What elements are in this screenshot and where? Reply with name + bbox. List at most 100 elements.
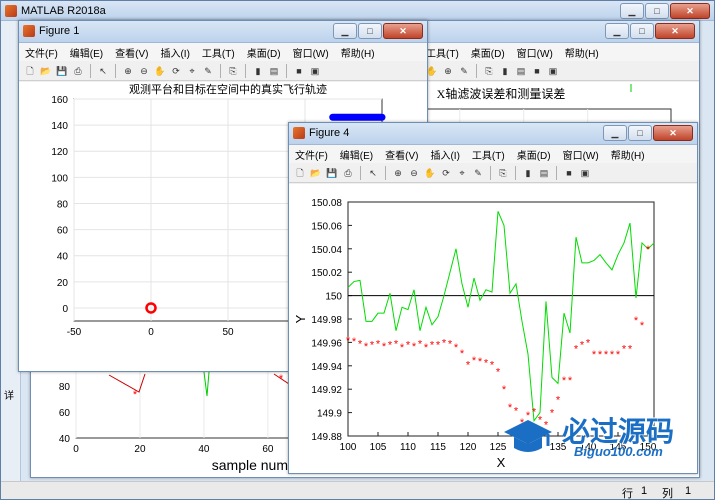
left-panel-tab[interactable]: 详 <box>4 387 14 402</box>
fig4-menu-insert[interactable]: 插入(I) <box>430 147 459 162</box>
fig4-legend-icon[interactable]: ▤ <box>537 166 551 180</box>
fig1-maximize-button[interactable]: □ <box>358 23 382 39</box>
bg-hide-icon[interactable]: ■ <box>530 64 544 78</box>
pan-icon[interactable]: ✋ <box>153 64 167 78</box>
open-file-icon[interactable]: 📂 <box>39 64 53 78</box>
fig4-separator-1 <box>360 165 361 180</box>
save-icon[interactable]: 💾 <box>55 64 69 78</box>
fig4-x-tick-label: 120 <box>460 442 477 453</box>
fig4-title: Figure 4 <box>309 127 350 139</box>
fig1-menu-file[interactable]: 文件(F) <box>25 45 58 60</box>
fig4-menu-edit[interactable]: 编辑(E) <box>340 147 373 162</box>
print-icon[interactable]: ⎙ <box>71 64 85 78</box>
fig1-menu-help[interactable]: 帮助(H) <box>341 45 375 60</box>
bg-menu-help[interactable]: 帮助(H) <box>565 45 599 60</box>
fig4-datacursor-icon[interactable]: ⌖ <box>455 166 469 180</box>
fig4-menu-view[interactable]: 查看(V) <box>385 147 418 162</box>
brush-icon[interactable]: ✎ <box>201 64 215 78</box>
bg-plottools-icon[interactable]: ▣ <box>546 64 560 78</box>
fig4-new-figure-icon[interactable]: 🗋 <box>293 166 307 180</box>
link-icon[interactable]: ⎘ <box>226 64 240 78</box>
fig4-x-tick-label: 110 <box>400 442 416 453</box>
bg-minimize-button[interactable]: ▁ <box>605 23 629 39</box>
hide-plot-tools-icon[interactable]: ■ <box>292 64 306 78</box>
bg-close-button[interactable]: ✕ <box>655 23 695 39</box>
fig1-menu-edit[interactable]: 编辑(E) <box>70 45 103 60</box>
bg-y-tick-label: 60 <box>59 408 71 419</box>
bg-menu-window[interactable]: 窗口(W) <box>517 45 553 60</box>
fig4-pan-icon[interactable]: ✋ <box>423 166 437 180</box>
fig1-menu-window[interactable]: 窗口(W) <box>293 45 329 60</box>
fig4-menu-tools[interactable]: 工具(T) <box>472 147 505 162</box>
legend-icon[interactable]: ▤ <box>267 64 281 78</box>
fig4-zoom-in-icon[interactable]: ⊕ <box>391 166 405 180</box>
new-figure-icon[interactable]: 🗋 <box>23 64 37 78</box>
bg-brush-icon[interactable]: ✎ <box>457 64 471 78</box>
bg-y-tick-label: 80 <box>59 382 71 393</box>
rotate-icon[interactable]: ⟳ <box>169 64 183 78</box>
fig1-close-button[interactable]: ✕ <box>383 23 423 39</box>
main-window-controls: ▁ □ ✕ <box>620 3 710 19</box>
row-label: 行 <box>622 488 633 500</box>
fig4-select-arrow-icon[interactable]: ↖ <box>366 166 380 180</box>
fig1-x-tick-label: 50 <box>222 327 234 338</box>
main-window-title: MATLAB R2018a <box>21 5 106 17</box>
fig4-menu-file[interactable]: 文件(F) <box>295 147 328 162</box>
bg-x-tick-label: 0 <box>73 444 79 455</box>
bg-maximize-button[interactable]: □ <box>630 23 654 39</box>
fig4-close-button[interactable]: ✕ <box>653 125 693 141</box>
fig4-filter-point: * <box>472 355 477 367</box>
bg-menu-desktop[interactable]: 桌面(D) <box>471 45 505 60</box>
bg-colorbar-icon[interactable]: ▮ <box>498 64 512 78</box>
fig4-separator-4 <box>515 165 516 180</box>
fig4-filter-point: * <box>604 349 609 361</box>
fig4-rotate-icon[interactable]: ⟳ <box>439 166 453 180</box>
fig4-show-plot-tools-icon[interactable]: ▣ <box>578 166 592 180</box>
fig4-menu-window[interactable]: 窗口(W) <box>563 147 599 162</box>
bg-separator <box>476 63 477 78</box>
bg-link-icon[interactable]: ⎘ <box>482 64 496 78</box>
fig4-filter-point: * <box>484 357 489 369</box>
fig4-filter-point: * <box>358 339 363 351</box>
main-statusbar: 行 1 列 1 <box>1 481 714 500</box>
fig4-save-icon[interactable]: 💾 <box>325 166 339 180</box>
fig4-filter-point: * <box>598 349 603 361</box>
fig4-open-file-icon[interactable]: 📂 <box>309 166 323 180</box>
datacursor-icon[interactable]: ⌖ <box>185 64 199 78</box>
select-arrow-icon[interactable]: ↖ <box>96 64 110 78</box>
fig1-y-tick-label: 80 <box>57 199 69 210</box>
fig4-brush-icon[interactable]: ✎ <box>471 166 485 180</box>
zoom-in-icon[interactable]: ⊕ <box>121 64 135 78</box>
fig4-link-icon[interactable]: ⎘ <box>496 166 510 180</box>
bg-datacursor-icon[interactable]: ⊕ <box>441 64 455 78</box>
fig1-menu-tools[interactable]: 工具(T) <box>202 45 235 60</box>
bg-menu-tools[interactable]: 工具(T) <box>426 45 459 60</box>
bg-filter-error-marker-2: * <box>279 373 284 385</box>
fig4-maximize-button[interactable]: □ <box>628 125 652 141</box>
fig4-minimize-button[interactable]: ▁ <box>603 125 627 141</box>
fig1-y-tick-label: 20 <box>57 278 69 289</box>
fig4-menu-help[interactable]: 帮助(H) <box>611 147 645 162</box>
minimize-button[interactable]: ▁ <box>620 3 644 19</box>
colorbar-icon[interactable]: ▮ <box>251 64 265 78</box>
fig4-filter-point: * <box>616 349 621 361</box>
fig1-minimize-button[interactable]: ▁ <box>333 23 357 39</box>
fig1-menu-desktop[interactable]: 桌面(D) <box>247 45 281 60</box>
fig4-colorbar-icon[interactable]: ▮ <box>521 166 535 180</box>
fig4-menu-desktop[interactable]: 桌面(D) <box>517 147 551 162</box>
fig4-y-tick-label: 150 <box>325 292 342 303</box>
zoom-out-icon[interactable]: ⊖ <box>137 64 151 78</box>
fig4-filter-point: * <box>370 340 375 352</box>
fig4-print-icon[interactable]: ⎙ <box>341 166 355 180</box>
maximize-button[interactable]: □ <box>645 3 669 19</box>
close-button[interactable]: ✕ <box>670 3 710 19</box>
fig1-menu-view[interactable]: 查看(V) <box>115 45 148 60</box>
fig4-titlebar: Figure 4 ▁ □ ✕ <box>289 123 697 145</box>
fig4-separator-3 <box>490 165 491 180</box>
fig4-filter-point: * <box>448 339 453 351</box>
fig4-zoom-out-icon[interactable]: ⊖ <box>407 166 421 180</box>
show-plot-tools-icon[interactable]: ▣ <box>308 64 322 78</box>
bg-legend-icon[interactable]: ▤ <box>514 64 528 78</box>
fig1-menu-insert[interactable]: 插入(I) <box>160 45 189 60</box>
fig4-hide-plot-tools-icon[interactable]: ■ <box>562 166 576 180</box>
